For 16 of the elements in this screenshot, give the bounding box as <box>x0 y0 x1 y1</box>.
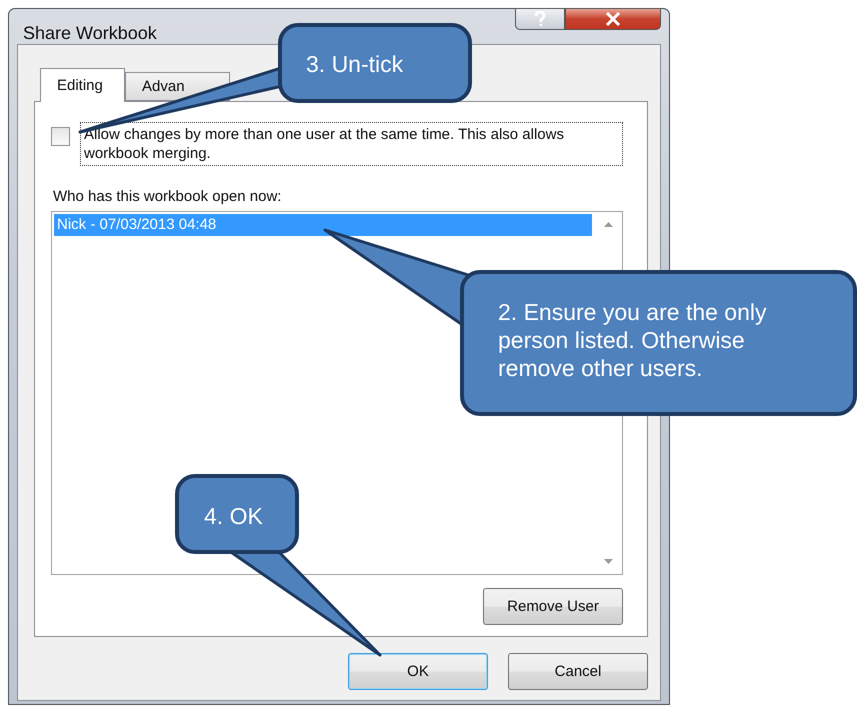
remove-user-button[interactable]: Remove User <box>483 588 623 625</box>
window-title: Share Workbook <box>23 23 157 44</box>
down-arrow-icon <box>604 559 612 564</box>
list-label: Who has this workbook open now: <box>53 188 282 205</box>
up-arrow-icon <box>604 222 612 227</box>
help-button[interactable] <box>515 8 565 30</box>
close-icon <box>605 12 621 26</box>
tab[interactable]: Editing <box>40 68 125 102</box>
checkbox[interactable] <box>51 127 70 146</box>
callout-text: 2. Ensure you are the only person listed. Otherwise remove other users. <box>498 298 768 382</box>
ok-button[interactable]: OK <box>348 653 488 690</box>
callout-text: 3. Un-tick <box>306 50 404 78</box>
cancel-button[interactable]: Cancel <box>508 653 648 690</box>
help-icon <box>533 11 547 27</box>
callout-text: 4. OK <box>204 502 264 530</box>
close-button[interactable] <box>565 8 661 30</box>
